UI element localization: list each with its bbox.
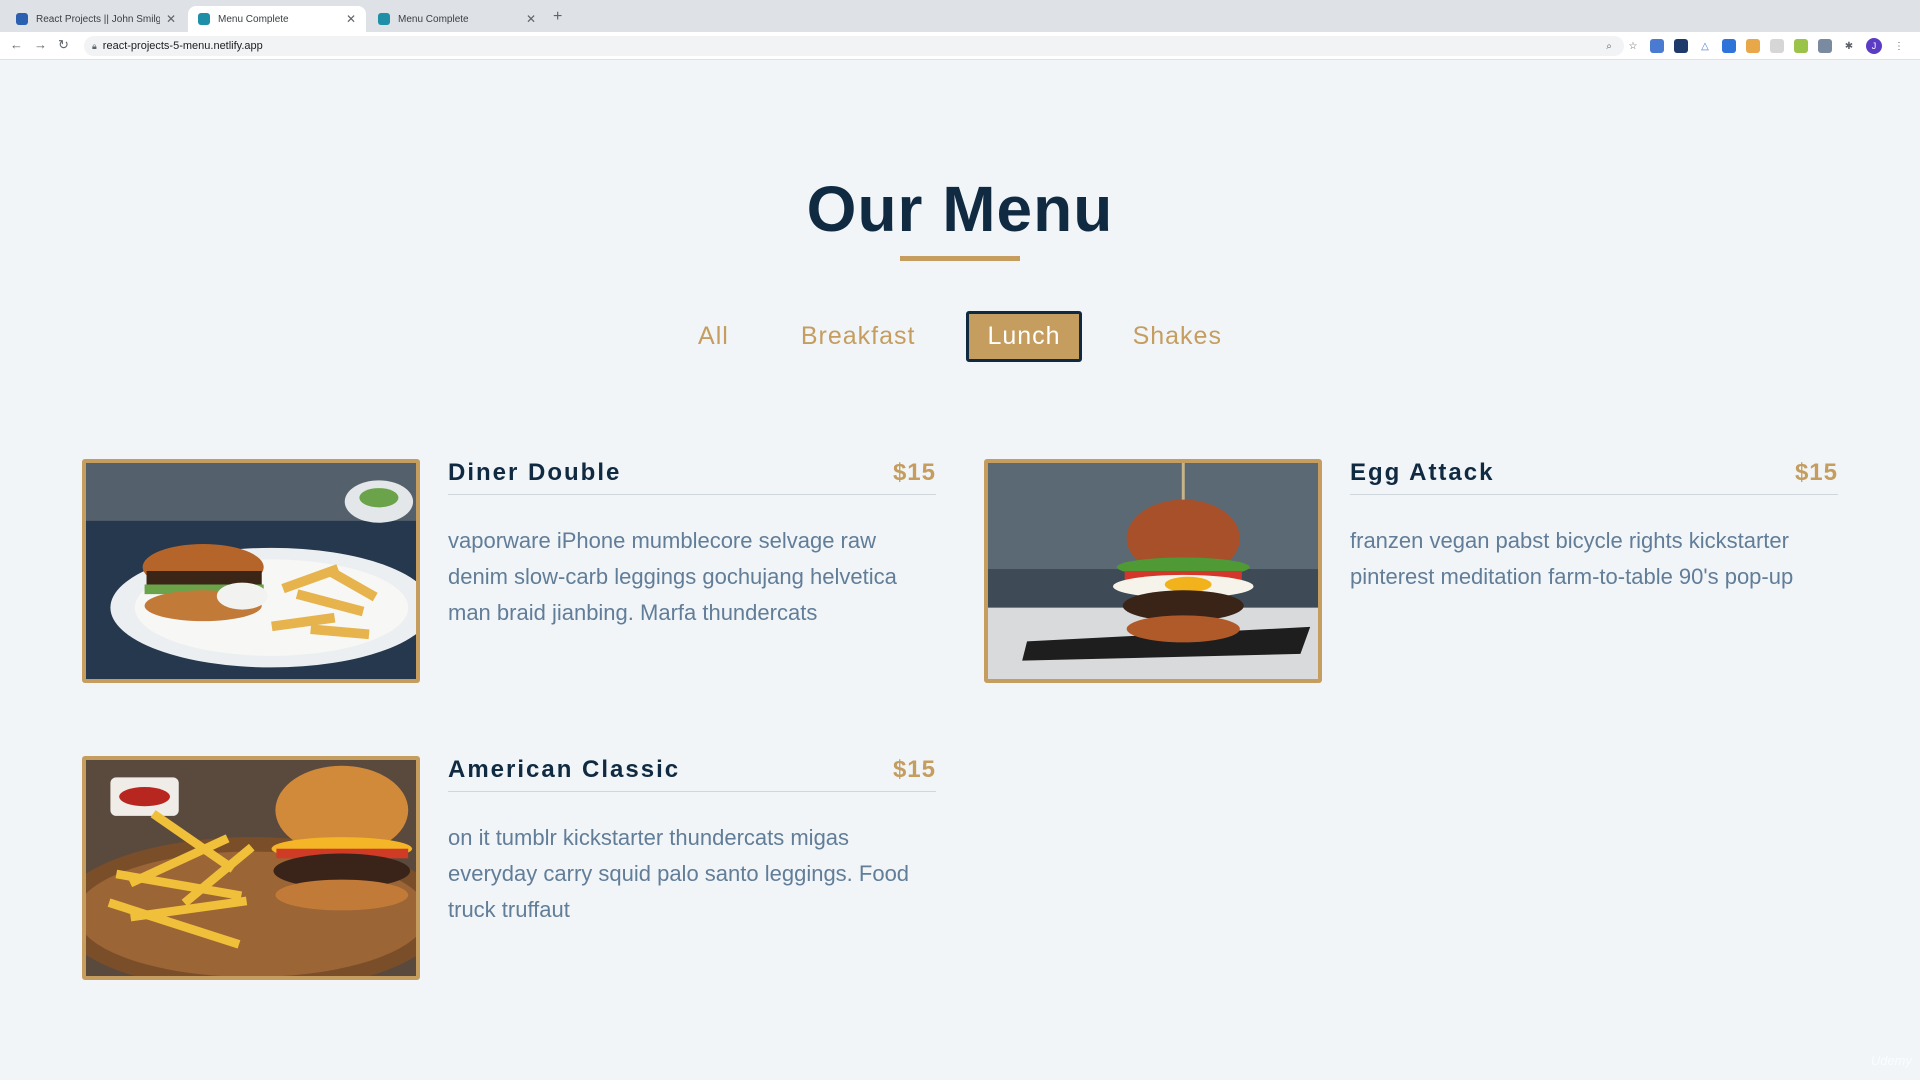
extension-2-icon[interactable] xyxy=(1674,39,1688,53)
browser-tab-bar: React Projects || John Smilga ✕ Menu Com… xyxy=(0,0,1920,32)
page-title: Our Menu xyxy=(806,173,1114,245)
watermark-logo: Udemy xyxy=(1870,1053,1912,1068)
menu-item-name: American Classic xyxy=(448,756,681,783)
extension-1-icon[interactable] xyxy=(1650,39,1664,53)
browser-tab[interactable]: React Projects || John Smilga ✕ xyxy=(6,6,186,32)
menu-item-price: $15 xyxy=(892,756,936,783)
more-menu-icon[interactable]: ⋮ xyxy=(1892,39,1906,53)
star-icon[interactable]: ☆ xyxy=(1626,39,1640,53)
address-bar[interactable]: 🔒︎ react-projects-5-menu.netlify.app xyxy=(84,36,1624,56)
menu-item-header: Diner Double $15 xyxy=(448,459,936,495)
menu-item: Egg Attack $15 franzen vegan pabst bicyc… xyxy=(984,459,1840,684)
tab-favicon-icon xyxy=(16,13,28,25)
back-icon[interactable]: ← xyxy=(10,37,23,52)
tab-title: Menu Complete xyxy=(398,13,469,25)
cheeseburger-fries-board-photo xyxy=(82,756,420,980)
extension-6-icon[interactable] xyxy=(1770,39,1784,53)
lock-icon: 🔒︎ xyxy=(92,40,97,51)
extension-8-icon[interactable] xyxy=(1818,39,1832,53)
forward-icon[interactable]: → xyxy=(34,37,47,52)
egg-burger-photo xyxy=(984,459,1322,683)
menu-item-description: vaporware iPhone mumblecore selvage raw … xyxy=(448,528,897,625)
browser-tab-active[interactable]: Menu Complete ✕ xyxy=(188,6,366,32)
menu-item-info: American Classic $15 on it tumblr kickst… xyxy=(448,756,936,928)
menu-item-header: American Classic $15 xyxy=(448,756,936,792)
extension-4-icon[interactable] xyxy=(1722,39,1736,53)
menu-item-name: Diner Double xyxy=(448,459,622,486)
browser-toolbar: ← → ↻ 🔒︎ react-projects-5-menu.netlify.a… xyxy=(0,32,1920,60)
tab-favicon-icon xyxy=(198,13,210,25)
filter-all-button[interactable]: All xyxy=(677,311,750,362)
profile-avatar[interactable]: J xyxy=(1866,38,1882,54)
extension-3-icon[interactable]: △ xyxy=(1698,39,1712,53)
burger-fries-plate-photo xyxy=(82,459,420,683)
zoom-icon[interactable]: ⌕ xyxy=(1602,39,1616,53)
tab-title: Menu Complete xyxy=(218,13,289,25)
menu-item-price: $15 xyxy=(892,459,936,486)
filter-lunch-button[interactable]: Lunch xyxy=(966,311,1082,362)
category-filters: All Breakfast Lunch Shakes xyxy=(0,311,1920,362)
menu-item-price: $15 xyxy=(1794,459,1838,486)
extension-7-icon[interactable] xyxy=(1794,39,1808,53)
menu-item-description: on it tumblr kickstarter thundercats mig… xyxy=(448,825,910,922)
menu-item-header: Egg Attack $15 xyxy=(1350,459,1838,495)
title-underline xyxy=(900,256,1020,261)
close-icon[interactable]: ✕ xyxy=(166,12,176,26)
close-icon[interactable]: ✕ xyxy=(346,12,356,26)
menu-item-name: Egg Attack xyxy=(1350,459,1495,486)
tab-title: React Projects || John Smilga xyxy=(36,13,160,25)
new-tab-icon[interactable]: + xyxy=(553,8,562,26)
filter-breakfast-button[interactable]: Breakfast xyxy=(780,311,937,362)
menu-item-info: Diner Double $15 vaporware iPhone mumble… xyxy=(448,459,936,631)
close-icon[interactable]: ✕ xyxy=(526,12,536,26)
puzzle-icon[interactable]: ✱ xyxy=(1842,39,1856,53)
browser-tab[interactable]: Menu Complete ✕ xyxy=(368,6,546,32)
menu-item: Diner Double $15 vaporware iPhone mumble… xyxy=(82,459,938,684)
tab-favicon-icon xyxy=(378,13,390,25)
menu-item-description: franzen vegan pabst bicycle rights kicks… xyxy=(1350,528,1794,589)
extension-5-icon[interactable] xyxy=(1746,39,1760,53)
extension-icons: ⌕ ☆ △ ✱ J ⋮ xyxy=(1602,38,1906,54)
reload-icon[interactable]: ↻ xyxy=(58,37,69,53)
filter-shakes-button[interactable]: Shakes xyxy=(1112,311,1243,362)
url-text: react-projects-5-menu.netlify.app xyxy=(102,40,263,52)
menu-item: American Classic $15 on it tumblr kickst… xyxy=(82,756,938,981)
menu-item-info: Egg Attack $15 franzen vegan pabst bicyc… xyxy=(1350,459,1838,595)
